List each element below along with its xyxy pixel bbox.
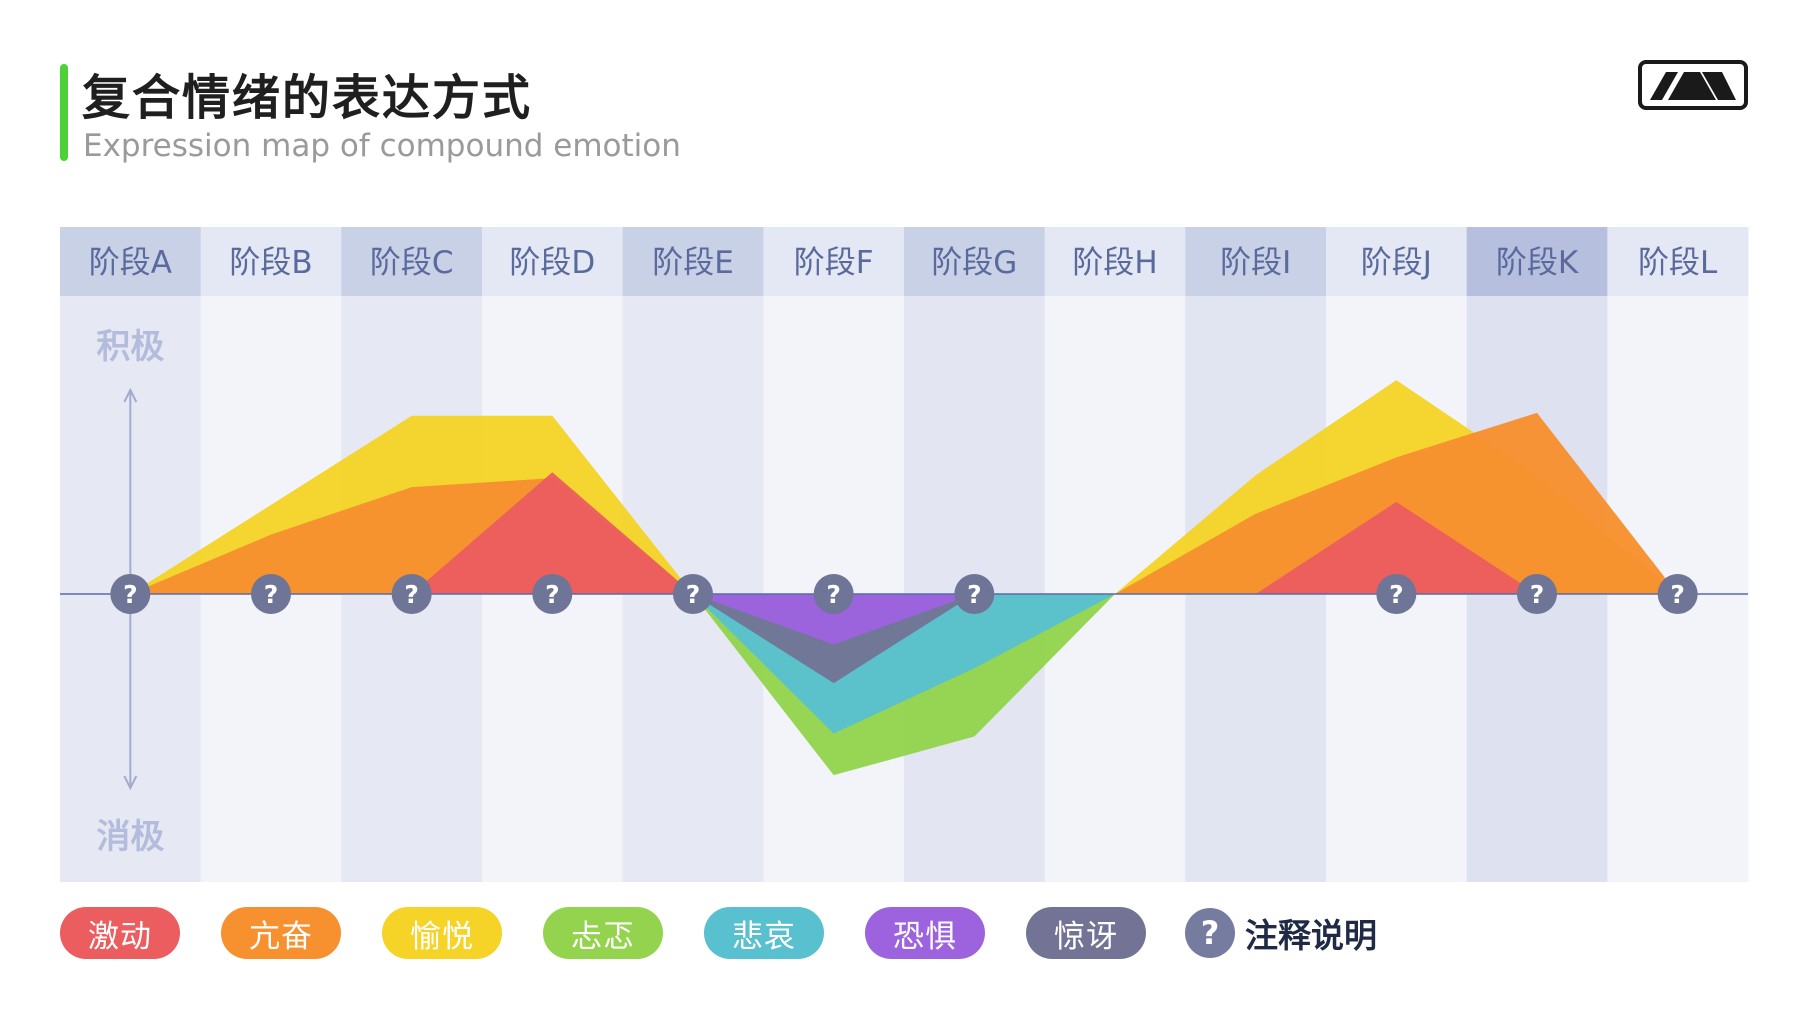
stage-label: 阶段A — [89, 245, 172, 281]
note-marker-symbol: ? — [123, 580, 138, 609]
legend-item: 恐惧 — [865, 907, 985, 959]
legend-item: 惊讶 — [1026, 907, 1146, 959]
note-marker-symbol: ? — [1530, 580, 1545, 609]
note-marker-symbol: ? — [1670, 580, 1685, 609]
stage-label: 阶段L — [1638, 245, 1718, 281]
stage-label: 阶段H — [1072, 245, 1157, 281]
legend-item: 亢奋 — [221, 907, 341, 959]
note-marker-symbol: ? — [826, 580, 841, 609]
stage-label: 阶段B — [229, 245, 312, 281]
stage-label: 阶段J — [1361, 245, 1432, 281]
y-label-negative: 消极 — [96, 817, 164, 857]
question-icon: ? — [1185, 908, 1235, 958]
note-marker-symbol: ? — [1389, 580, 1404, 609]
stage-label: 阶段E — [652, 245, 734, 281]
note-legend: ? 注释说明 — [1185, 907, 1377, 959]
stage-label: 阶段F — [794, 245, 874, 281]
legend-item: 激动 — [60, 907, 180, 959]
legend-item: 忐忑 — [543, 907, 663, 959]
legend-item: 愉悦 — [382, 907, 502, 959]
stage-label: 阶段C — [370, 245, 454, 281]
note-marker-symbol: ? — [404, 580, 419, 609]
note-marker-symbol: ? — [264, 580, 279, 609]
stage-label: 阶段I — [1220, 245, 1291, 281]
legend-item: 悲哀 — [704, 907, 824, 959]
stage-label: 阶段D — [509, 245, 595, 281]
note-marker-symbol: ? — [967, 580, 982, 609]
emotion-area-chart: 阶段A 阶段B 阶段C 阶段D 阶段E 阶段F 阶段G 阶段H 阶段I 阶段J 阶段K 阶段L 积极消极… — [60, 227, 1749, 882]
note-marker-symbol: ? — [686, 580, 701, 609]
y-label-positive: 积极 — [96, 327, 164, 367]
stage-label: 阶段K — [1496, 245, 1579, 281]
note-legend-label: 注释说明 — [1245, 916, 1377, 955]
note-marker-symbol: ? — [545, 580, 560, 609]
stage-label: 阶段G — [931, 245, 1017, 281]
